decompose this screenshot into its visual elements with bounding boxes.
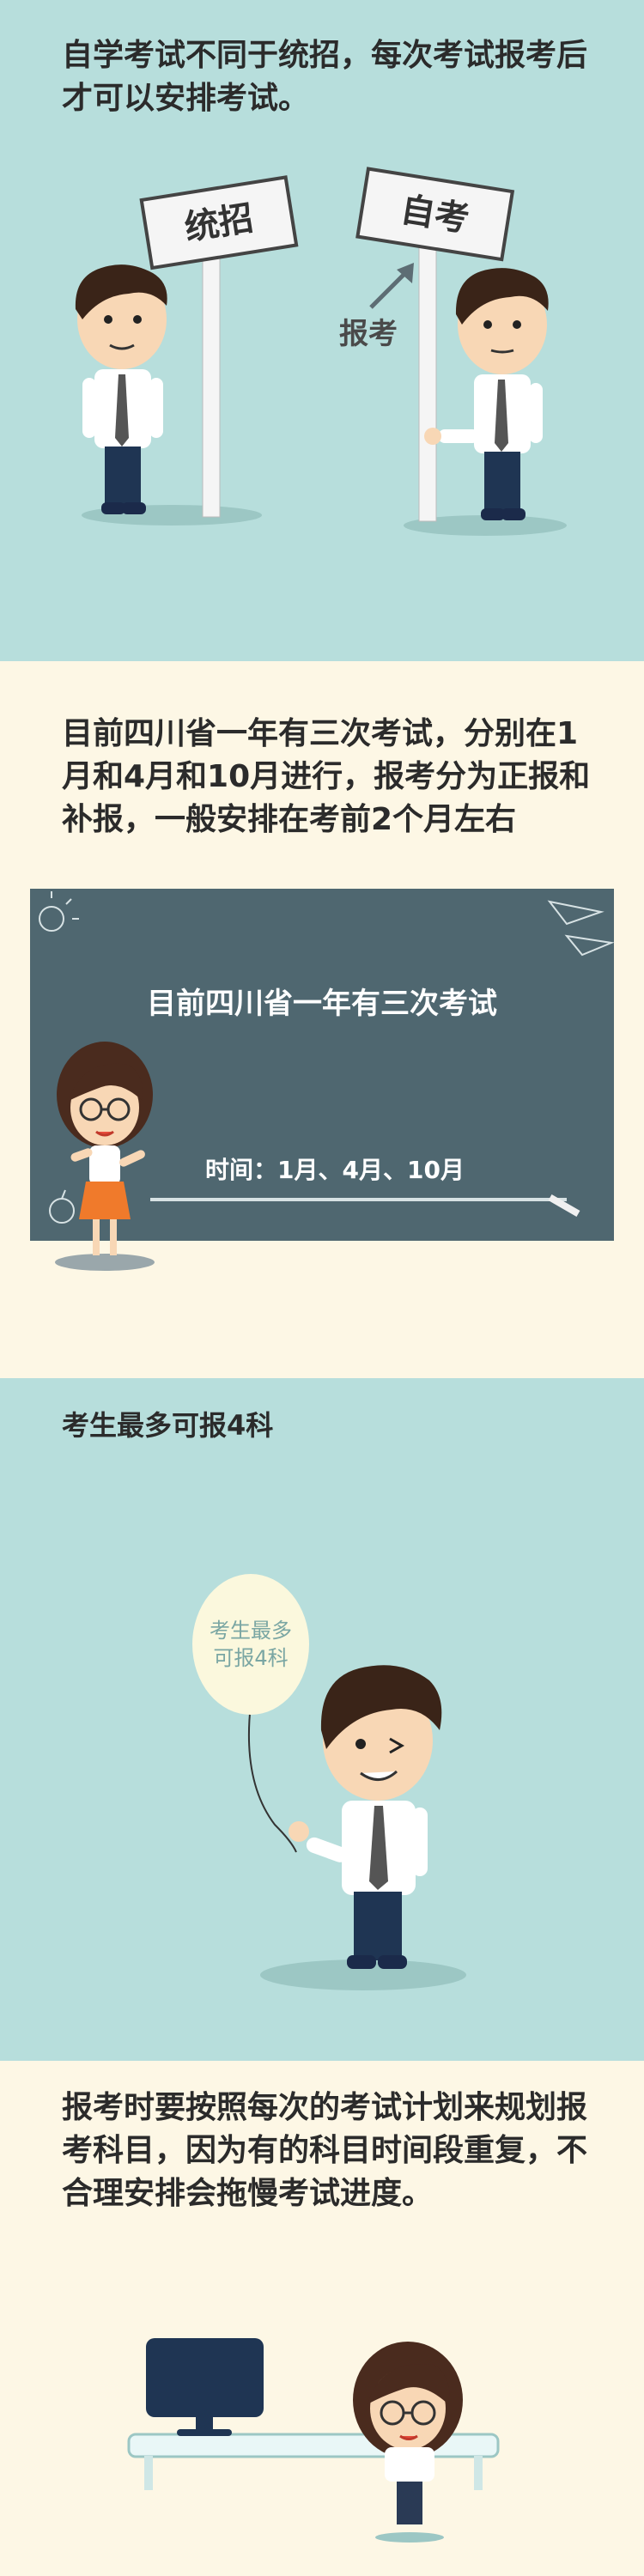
- panel-plan-subjects: 报考时要按照每次的考试计划来规划报考科目，因为有的科目时间段重复，不合理安排会拖…: [0, 2061, 644, 2576]
- speech-balloon: 考生最多 可报4科: [192, 1574, 309, 1853]
- panel-max-subjects: 考生最多可报4科 考生最多 可报4科: [0, 1378, 644, 2061]
- panel-exam-schedule: 目前四川省一年有三次考试，分别在1月和4月和10月进行，报考分为正报和补报，一般…: [0, 661, 644, 1378]
- panel4-illustration: [127, 2338, 500, 2543]
- man-right: [424, 268, 549, 520]
- board-title: 目前四川省一年有三次考试: [147, 987, 497, 1021]
- balloon-line1: 考生最多: [210, 1619, 292, 1643]
- sign-unified: 统招: [139, 175, 299, 518]
- arrow-icon: [369, 263, 414, 309]
- balloon-line2: 可报4科: [213, 1646, 288, 1670]
- ok-hand-icon: [289, 1821, 309, 1842]
- panel3-illustration: 考生最多 可报4科: [192, 1574, 466, 1990]
- panel2-illustration: 目前四川省一年有三次考试 时间：1月、4月、10月: [30, 889, 615, 1271]
- monitor-icon: [146, 2338, 264, 2436]
- panel-self-exam-vs-unified: 自学考试不同于统招，每次考试报考后才可以安排考试。 统招 自考 报考: [0, 0, 644, 661]
- man-left: [75, 264, 167, 514]
- arrow-label: 报考: [339, 317, 398, 351]
- board-time: 时间：1月、4月、10月: [205, 1156, 465, 1184]
- panel1-illustration: 统招 自考 报考: [75, 167, 567, 536]
- man-winking: [289, 1665, 442, 1969]
